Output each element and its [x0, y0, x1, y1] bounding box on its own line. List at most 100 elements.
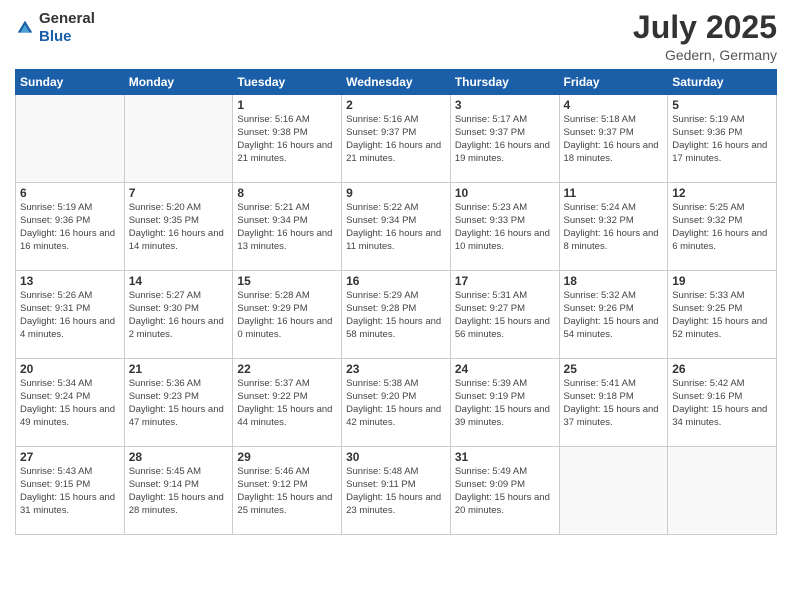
table-row: 11 Sunrise: 5:24 AM Sunset: 9:32 PM Dayli…: [559, 183, 668, 271]
logo-text: General Blue: [39, 10, 95, 46]
table-row: 8 Sunrise: 5:21 AM Sunset: 9:34 PM Daylig…: [233, 183, 342, 271]
day-detail: Sunrise: 5:37 AM Sunset: 9:22 PM Dayligh…: [237, 378, 337, 429]
day-detail: Sunrise: 5:20 AM Sunset: 9:35 PM Dayligh…: [129, 202, 229, 253]
table-row: 30 Sunrise: 5:48 AM Sunset: 9:11 PM Dayli…: [342, 447, 451, 535]
table-row: [668, 447, 777, 535]
table-row: 2Sunrise: 5:16 AM Sunset: 9:37 PM Daylig…: [342, 95, 451, 183]
table-row: 6Sunrise: 5:19 AM Sunset: 9:36 PM Daylig…: [16, 183, 125, 271]
title-block: July 2025 Gedern, Germany: [633, 10, 777, 63]
table-row: [16, 95, 125, 183]
logo-blue: Blue: [39, 28, 72, 45]
day-number: 29: [237, 450, 337, 464]
day-detail: Sunrise: 5:21 AM Sunset: 9:34 PM Dayligh…: [237, 202, 337, 253]
table-row: 18 Sunrise: 5:32 AM Sunset: 9:26 PM Dayli…: [559, 271, 668, 359]
day-number: 8: [237, 186, 337, 200]
day-number: 16: [346, 274, 446, 288]
day-number: 12: [672, 186, 772, 200]
table-row: 5Sunrise: 5:19 AM Sunset: 9:36 PM Daylig…: [668, 95, 777, 183]
calendar-week-row: 13Sunrise: 5:26 AM Sunset: 9:31 PM Dayli…: [16, 271, 777, 359]
header-monday: Monday: [124, 70, 233, 95]
day-detail: Sunrise: 5:49 AM Sunset: 9:09 PM Dayligh…: [455, 466, 555, 517]
day-detail: Sunrise: 5:28 AM Sunset: 9:29 PM Dayligh…: [237, 290, 337, 341]
logo-icon: [15, 18, 35, 38]
day-number: 21: [129, 362, 229, 376]
table-row: 27 Sunrise: 5:43 AM Sunset: 9:15 PM Dayli…: [16, 447, 125, 535]
logo-inner: General Blue: [15, 10, 95, 46]
calendar-week-row: 27 Sunrise: 5:43 AM Sunset: 9:15 PM Dayli…: [16, 447, 777, 535]
table-row: 24 Sunrise: 5:39 AM Sunset: 9:19 PM Dayli…: [450, 359, 559, 447]
day-number: 31: [455, 450, 555, 464]
table-row: 16 Sunrise: 5:29 AM Sunset: 9:28 PM Dayli…: [342, 271, 451, 359]
day-detail: Sunrise: 5:23 AM Sunset: 9:33 PM Dayligh…: [455, 202, 555, 253]
day-detail: Sunrise: 5:26 AM Sunset: 9:31 PM Dayligh…: [20, 290, 120, 341]
day-detail: Sunrise: 5:33 AM Sunset: 9:25 PM Dayligh…: [672, 290, 772, 341]
day-number: 23: [346, 362, 446, 376]
day-number: 4: [564, 98, 664, 112]
day-number: 18: [564, 274, 664, 288]
table-row: 15 Sunrise: 5:28 AM Sunset: 9:29 PM Dayli…: [233, 271, 342, 359]
header-friday: Friday: [559, 70, 668, 95]
day-number: 28: [129, 450, 229, 464]
calendar-week-row: 6Sunrise: 5:19 AM Sunset: 9:36 PM Daylig…: [16, 183, 777, 271]
day-detail: Sunrise: 5:31 AM Sunset: 9:27 PM Dayligh…: [455, 290, 555, 341]
table-row: 28 Sunrise: 5:45 AM Sunset: 9:14 PM Dayli…: [124, 447, 233, 535]
location: Gedern, Germany: [633, 47, 777, 63]
day-number: 17: [455, 274, 555, 288]
day-detail: Sunrise: 5:41 AM Sunset: 9:18 PM Dayligh…: [564, 378, 664, 429]
day-detail: Sunrise: 5:34 AM Sunset: 9:24 PM Dayligh…: [20, 378, 120, 429]
day-detail: Sunrise: 5:45 AM Sunset: 9:14 PM Dayligh…: [129, 466, 229, 517]
day-detail: Sunrise: 5:16 AM Sunset: 9:38 PM Dayligh…: [237, 114, 337, 165]
day-detail: Sunrise: 5:22 AM Sunset: 9:34 PM Dayligh…: [346, 202, 446, 253]
table-row: 26 Sunrise: 5:42 AM Sunset: 9:16 PM Dayli…: [668, 359, 777, 447]
page: General Blue July 2025 Gedern, Germany S…: [0, 0, 792, 612]
table-row: 19Sunrise: 5:33 AM Sunset: 9:25 PM Dayli…: [668, 271, 777, 359]
day-number: 24: [455, 362, 555, 376]
calendar-week-row: 20 Sunrise: 5:34 AM Sunset: 9:24 PM Dayli…: [16, 359, 777, 447]
day-number: 15: [237, 274, 337, 288]
day-detail: Sunrise: 5:25 AM Sunset: 9:32 PM Dayligh…: [672, 202, 772, 253]
day-detail: Sunrise: 5:19 AM Sunset: 9:36 PM Dayligh…: [672, 114, 772, 165]
day-detail: Sunrise: 5:48 AM Sunset: 9:11 PM Dayligh…: [346, 466, 446, 517]
logo-general: General: [39, 10, 95, 27]
day-number: 3: [455, 98, 555, 112]
day-number: 14: [129, 274, 229, 288]
day-detail: Sunrise: 5:46 AM Sunset: 9:12 PM Dayligh…: [237, 466, 337, 517]
header-sunday: Sunday: [16, 70, 125, 95]
day-detail: Sunrise: 5:24 AM Sunset: 9:32 PM Dayligh…: [564, 202, 664, 253]
day-number: 26: [672, 362, 772, 376]
table-row: 9 Sunrise: 5:22 AM Sunset: 9:34 PM Daylig…: [342, 183, 451, 271]
day-number: 22: [237, 362, 337, 376]
table-row: 31 Sunrise: 5:49 AM Sunset: 9:09 PM Dayli…: [450, 447, 559, 535]
table-row: 13Sunrise: 5:26 AM Sunset: 9:31 PM Dayli…: [16, 271, 125, 359]
day-detail: Sunrise: 5:17 AM Sunset: 9:37 PM Dayligh…: [455, 114, 555, 165]
table-row: 14 Sunrise: 5:27 AM Sunset: 9:30 PM Dayli…: [124, 271, 233, 359]
header-thursday: Thursday: [450, 70, 559, 95]
header-wednesday: Wednesday: [342, 70, 451, 95]
day-detail: Sunrise: 5:32 AM Sunset: 9:26 PM Dayligh…: [564, 290, 664, 341]
table-row: 1 Sunrise: 5:16 AM Sunset: 9:38 PM Daylig…: [233, 95, 342, 183]
day-detail: Sunrise: 5:16 AM Sunset: 9:37 PM Dayligh…: [346, 114, 446, 165]
table-row: 29 Sunrise: 5:46 AM Sunset: 9:12 PM Dayli…: [233, 447, 342, 535]
calendar-week-row: 1 Sunrise: 5:16 AM Sunset: 9:38 PM Daylig…: [16, 95, 777, 183]
day-number: 9: [346, 186, 446, 200]
day-detail: Sunrise: 5:29 AM Sunset: 9:28 PM Dayligh…: [346, 290, 446, 341]
table-row: 20 Sunrise: 5:34 AM Sunset: 9:24 PM Dayli…: [16, 359, 125, 447]
month-title: July 2025: [633, 10, 777, 45]
table-row: 12 Sunrise: 5:25 AM Sunset: 9:32 PM Dayli…: [668, 183, 777, 271]
table-row: 17 Sunrise: 5:31 AM Sunset: 9:27 PM Dayli…: [450, 271, 559, 359]
calendar-table: Sunday Monday Tuesday Wednesday Thursday…: [15, 69, 777, 535]
day-detail: Sunrise: 5:42 AM Sunset: 9:16 PM Dayligh…: [672, 378, 772, 429]
day-detail: Sunrise: 5:43 AM Sunset: 9:15 PM Dayligh…: [20, 466, 120, 517]
table-row: [559, 447, 668, 535]
header-saturday: Saturday: [668, 70, 777, 95]
day-number: 20: [20, 362, 120, 376]
day-number: 27: [20, 450, 120, 464]
table-row: 3 Sunrise: 5:17 AM Sunset: 9:37 PM Daylig…: [450, 95, 559, 183]
day-detail: Sunrise: 5:39 AM Sunset: 9:19 PM Dayligh…: [455, 378, 555, 429]
day-detail: Sunrise: 5:27 AM Sunset: 9:30 PM Dayligh…: [129, 290, 229, 341]
weekday-header-row: Sunday Monday Tuesday Wednesday Thursday…: [16, 70, 777, 95]
day-number: 30: [346, 450, 446, 464]
day-number: 11: [564, 186, 664, 200]
day-detail: Sunrise: 5:36 AM Sunset: 9:23 PM Dayligh…: [129, 378, 229, 429]
day-number: 1: [237, 98, 337, 112]
